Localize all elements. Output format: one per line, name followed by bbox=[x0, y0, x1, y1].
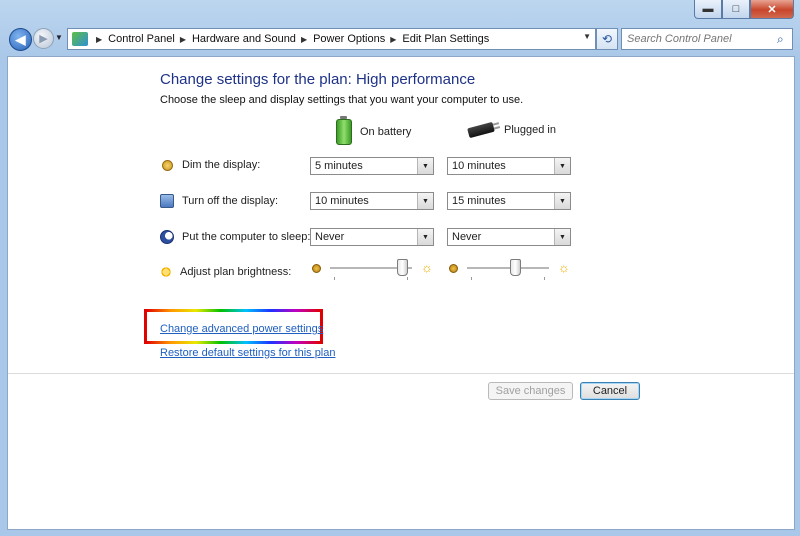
page-title: Change settings for the plan: High perfo… bbox=[160, 71, 476, 88]
brightness-sun-icon bbox=[160, 266, 172, 278]
battery-icon bbox=[336, 116, 352, 145]
turn-off-display-plugged-in-select[interactable]: 15 minutes ▼ bbox=[447, 192, 571, 210]
recent-pages-button[interactable]: ▼ bbox=[55, 33, 63, 42]
brightness-row-label: Adjust plan brightness: bbox=[160, 266, 291, 278]
breadcrumb-separator[interactable]: ▶ bbox=[96, 35, 102, 44]
slider-track bbox=[467, 267, 549, 270]
chevron-down-icon[interactable]: ▼ bbox=[554, 158, 570, 174]
brightness-on-battery-slider[interactable] bbox=[330, 258, 412, 280]
chevron-down-icon[interactable]: ▼ bbox=[417, 158, 433, 174]
caption-buttons: ▬ □ ✕ bbox=[694, 0, 794, 19]
slider-thumb[interactable] bbox=[397, 259, 408, 276]
sleep-plugged-in-value: Never bbox=[452, 231, 482, 243]
turn-off-display-label: Turn off the display: bbox=[182, 195, 278, 207]
brightness-label: Adjust plan brightness: bbox=[180, 266, 292, 278]
content-pane: Change settings for the plan: High perfo… bbox=[7, 56, 795, 530]
turn-off-display-on-battery-value: 10 minutes bbox=[315, 195, 369, 207]
save-changes-button[interactable]: Save changes bbox=[488, 382, 573, 400]
slider-tick bbox=[407, 277, 408, 280]
chevron-down-icon[interactable]: ▼ bbox=[554, 193, 570, 209]
turn-off-display-plugged-in-value: 15 minutes bbox=[452, 195, 506, 207]
brightness-low-icon bbox=[312, 264, 321, 273]
turn-off-display-on-battery-select[interactable]: 10 minutes ▼ bbox=[310, 192, 434, 210]
sleep-row-label: Put the computer to sleep: bbox=[160, 230, 310, 244]
slider-thumb[interactable] bbox=[510, 259, 521, 276]
breadcrumb-separator[interactable]: ▶ bbox=[180, 35, 186, 44]
brightness-high-icon: ☼ bbox=[421, 260, 433, 275]
power-plug-icon bbox=[467, 121, 495, 139]
control-panel-icon bbox=[72, 32, 88, 46]
refresh-button[interactable]: ⟲ bbox=[596, 28, 618, 50]
on-battery-column-header: On battery bbox=[336, 116, 412, 145]
dim-display-plugged-in-select[interactable]: 10 minutes ▼ bbox=[447, 157, 571, 175]
sleep-label: Put the computer to sleep: bbox=[182, 231, 311, 243]
brightness-low-icon bbox=[449, 264, 458, 273]
brightness-plugged-in-slider[interactable] bbox=[467, 258, 549, 280]
slider-tick bbox=[334, 277, 335, 280]
chevron-down-icon[interactable]: ▼ bbox=[417, 229, 433, 245]
page-subtitle: Choose the sleep and display settings th… bbox=[160, 94, 524, 106]
minimize-button[interactable]: ▬ bbox=[694, 0, 722, 19]
sleep-on-battery-select[interactable]: Never ▼ bbox=[310, 228, 434, 246]
dim-display-on-battery-value: 5 minutes bbox=[315, 160, 363, 172]
navigation-bar: ◀ ▶ ▼ ▶ Control Panel ▶ Hardware and Sou… bbox=[0, 25, 800, 53]
address-dropdown-button[interactable]: ▼ bbox=[583, 32, 591, 41]
dim-icon bbox=[162, 159, 173, 171]
address-bar[interactable]: ▶ Control Panel ▶ Hardware and Sound ▶ P… bbox=[67, 28, 596, 50]
cancel-button[interactable]: Cancel bbox=[580, 382, 640, 400]
dim-display-on-battery-select[interactable]: 5 minutes ▼ bbox=[310, 157, 434, 175]
plugged-in-column-header: Plugged in bbox=[467, 121, 556, 139]
search-input[interactable] bbox=[622, 32, 777, 46]
turn-off-display-row-label: Turn off the display: bbox=[160, 194, 278, 208]
brightness-high-icon: ☼ bbox=[558, 260, 570, 275]
breadcrumb-hardware-and-sound[interactable]: Hardware and Sound bbox=[192, 33, 296, 45]
on-battery-label: On battery bbox=[360, 126, 412, 138]
sleep-on-battery-value: Never bbox=[315, 231, 345, 243]
slider-tick bbox=[471, 277, 472, 280]
search-icon[interactable]: ⌕ bbox=[777, 32, 784, 47]
sleep-moon-icon bbox=[160, 230, 174, 244]
breadcrumb-control-panel[interactable]: Control Panel bbox=[108, 33, 175, 45]
monitor-icon bbox=[160, 194, 174, 208]
slider-tick bbox=[544, 277, 545, 280]
breadcrumb-power-options[interactable]: Power Options bbox=[313, 33, 385, 45]
chevron-down-icon[interactable]: ▼ bbox=[554, 229, 570, 245]
sleep-plugged-in-select[interactable]: Never ▼ bbox=[447, 228, 571, 246]
edit-plan-settings-window: ▬ □ ✕ ◀ ▶ ▼ ▶ Control Panel ▶ Hardware a… bbox=[0, 0, 800, 536]
change-advanced-power-settings-link[interactable]: Change advanced power settings bbox=[160, 323, 323, 335]
plugged-in-label: Plugged in bbox=[504, 124, 556, 136]
breadcrumb-edit-plan-settings[interactable]: Edit Plan Settings bbox=[402, 33, 489, 45]
dim-display-label: Dim the display: bbox=[182, 159, 261, 171]
back-button[interactable]: ◀ bbox=[9, 28, 32, 51]
maximize-button[interactable]: □ bbox=[722, 0, 750, 19]
breadcrumb-separator[interactable]: ▶ bbox=[301, 35, 307, 44]
dim-display-row-label: Dim the display: bbox=[160, 159, 260, 171]
breadcrumb-separator[interactable]: ▶ bbox=[390, 35, 396, 44]
chevron-down-icon[interactable]: ▼ bbox=[417, 193, 433, 209]
forward-button[interactable]: ▶ bbox=[33, 28, 54, 49]
restore-default-settings-link[interactable]: Restore default settings for this plan bbox=[160, 347, 335, 359]
divider bbox=[8, 373, 794, 374]
close-button[interactable]: ✕ bbox=[750, 0, 794, 19]
search-box[interactable]: ⌕ bbox=[621, 28, 793, 50]
dim-display-plugged-in-value: 10 minutes bbox=[452, 160, 506, 172]
